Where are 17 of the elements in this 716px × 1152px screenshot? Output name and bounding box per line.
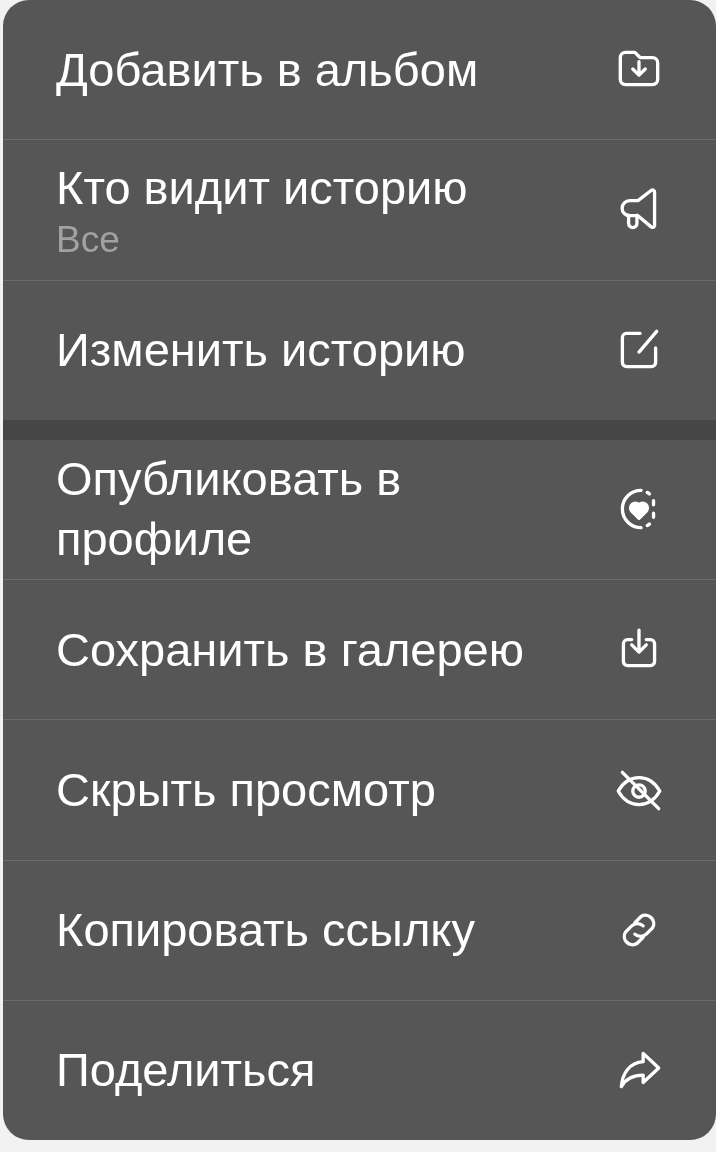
menu-item-label: Добавить в альбом: [56, 41, 479, 98]
menu-item[interactable]: Скрыть просмотр: [3, 719, 716, 860]
menu-item[interactable]: Копировать ссылку: [3, 859, 716, 1000]
menu-item[interactable]: Поделиться: [3, 999, 716, 1140]
menu-item-label: Копировать ссылку: [56, 902, 475, 959]
menu-item-subtitle: Все: [56, 217, 121, 262]
menu-item[interactable]: Добавить в альбом: [3, 0, 716, 140]
menu-item-label: Сохранить в галерею: [56, 621, 524, 678]
menu-item[interactable]: Опубликовать в профиле: [3, 439, 716, 579]
menu-item[interactable]: Изменить историю: [3, 279, 716, 420]
menu-item-label: Скрыть просмотр: [56, 761, 436, 818]
menu-item-label: Кто видит историю: [56, 159, 468, 216]
menu-item[interactable]: Сохранить в галерею: [3, 579, 716, 720]
menu-item[interactable]: Кто видит историю Все: [3, 139, 716, 280]
menu-item-label: Поделиться: [56, 1042, 316, 1099]
menu-item-label: Опубликовать в профиле: [56, 451, 403, 568]
menu-item-label: Изменить историю: [56, 322, 466, 379]
